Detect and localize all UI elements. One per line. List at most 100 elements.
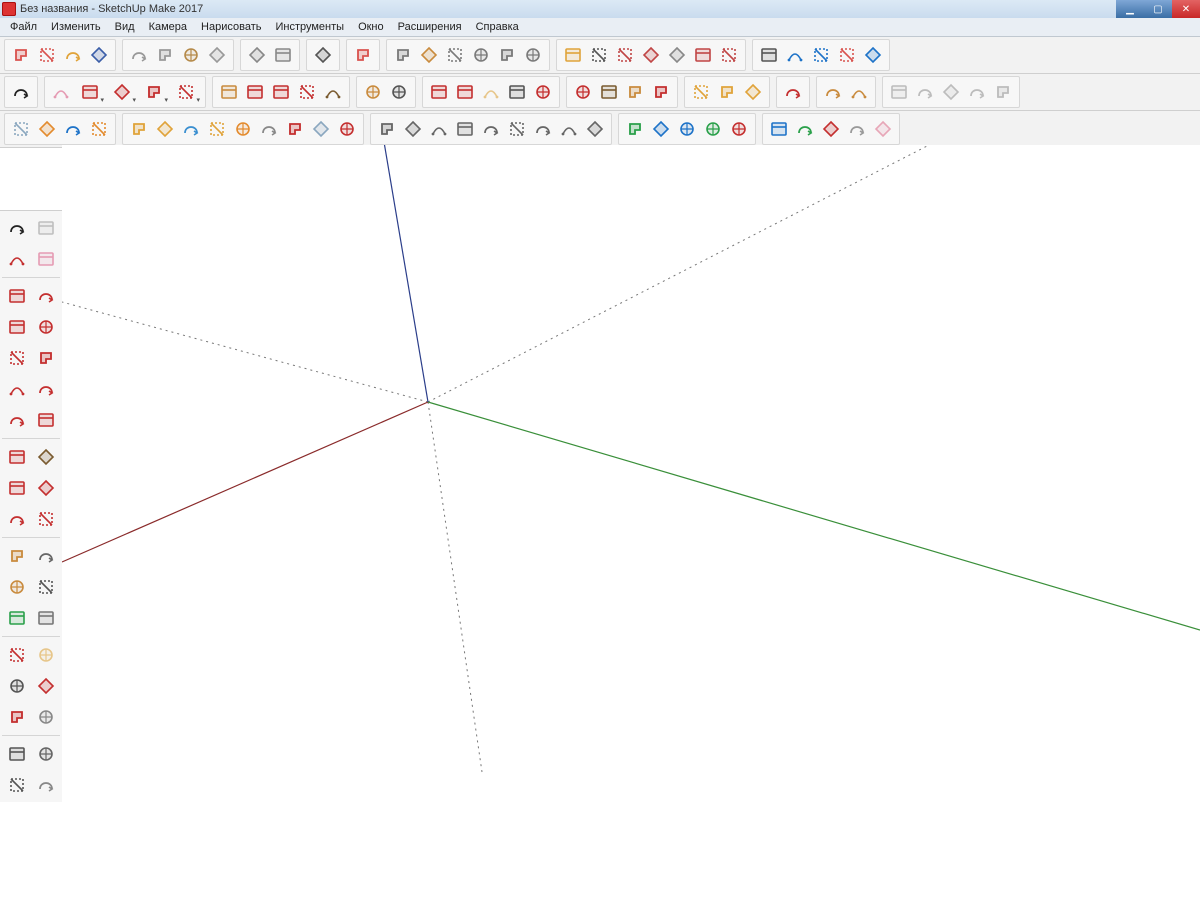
paint-bucket-icon[interactable] (426, 79, 452, 105)
spiral-04-icon[interactable] (452, 116, 478, 142)
su-arc1-icon[interactable] (32, 313, 60, 341)
su-eraser-icon[interactable] (32, 245, 60, 273)
section-solid-red-icon[interactable] (638, 42, 664, 68)
lasso-arrow-icon[interactable] (86, 116, 112, 142)
warehouse-building-02-icon[interactable] (416, 42, 442, 68)
curve-red-icon[interactable] (818, 116, 844, 142)
select-arrow-icon[interactable] (8, 79, 34, 105)
frame-strike-icon[interactable] (334, 116, 360, 142)
spiral-02-icon[interactable] (400, 116, 426, 142)
su-dimension-icon[interactable] (32, 542, 60, 570)
arrows-down-green-icon[interactable] (700, 116, 726, 142)
su-arc2-icon[interactable] (32, 344, 60, 372)
paste-icon[interactable] (178, 42, 204, 68)
wave-icon[interactable] (556, 116, 582, 142)
spiral-01-icon[interactable] (374, 116, 400, 142)
section-cube-dark-icon[interactable] (586, 42, 612, 68)
su-zoom-window-icon[interactable] (32, 672, 60, 700)
zoom-extents-icon[interactable] (530, 79, 556, 105)
3d-warehouse-icon[interactable] (622, 79, 648, 105)
calendar-icon[interactable] (716, 42, 742, 68)
warehouse-house-01-icon[interactable] (442, 42, 468, 68)
curve-grey-icon[interactable] (844, 116, 870, 142)
eraser-icon[interactable] (48, 79, 74, 105)
arc-tool-icon[interactable]: ▾ (106, 79, 138, 105)
solid-trim-icon[interactable] (964, 79, 990, 105)
zoom-icon[interactable] (504, 79, 530, 105)
su-previous-view-icon[interactable] (32, 703, 60, 731)
su-walk-icon[interactable] (3, 771, 31, 799)
su-text-icon[interactable] (32, 573, 60, 601)
diamond-icon[interactable] (860, 42, 886, 68)
su-position-camera-icon[interactable] (3, 740, 31, 768)
su-freehand-icon[interactable] (32, 282, 60, 310)
su-zoom-icon[interactable] (3, 672, 31, 700)
warehouse-house-03-icon[interactable] (494, 42, 520, 68)
add-location-icon[interactable] (570, 79, 596, 105)
crop-corner-icon[interactable] (766, 116, 792, 142)
warehouse-box-icon[interactable] (520, 42, 546, 68)
extrude-01-icon[interactable] (178, 116, 204, 142)
su-orbit-icon[interactable] (3, 641, 31, 669)
su-component-icon[interactable] (32, 214, 60, 242)
menu-справка[interactable]: Справка (470, 20, 525, 34)
scissors-red-icon[interactable] (282, 116, 308, 142)
section-cube-light-icon[interactable] (612, 42, 638, 68)
curve-pink-icon[interactable] (870, 116, 896, 142)
su-section-plane-icon[interactable] (32, 771, 60, 799)
redo-icon[interactable] (270, 42, 296, 68)
su-look-around-icon[interactable] (32, 740, 60, 768)
outliner-icon[interactable] (740, 79, 766, 105)
su-zoom-extents-icon[interactable] (3, 703, 31, 731)
section-plane-icon[interactable] (820, 79, 846, 105)
su-move-icon[interactable] (3, 443, 31, 471)
pan-hand-icon[interactable] (478, 79, 504, 105)
solid-union-icon[interactable] (886, 79, 912, 105)
print-icon[interactable] (310, 42, 336, 68)
new-from-template-icon[interactable] (34, 42, 60, 68)
curve-icon[interactable] (582, 116, 608, 142)
spiral-06-icon[interactable] (504, 116, 530, 142)
books-icon[interactable] (690, 42, 716, 68)
su-line-icon[interactable] (3, 282, 31, 310)
walk-icon[interactable] (846, 79, 872, 105)
menu-расширения[interactable]: Расширения (392, 20, 468, 34)
warehouse-building-01-icon[interactable] (390, 42, 416, 68)
su-axes-set-icon[interactable] (3, 604, 31, 632)
window-maximize-button[interactable]: ▢ (1144, 0, 1172, 18)
su-tape-icon[interactable] (3, 542, 31, 570)
save-file-icon[interactable] (86, 42, 112, 68)
window-close-button[interactable]: ✕ (1172, 0, 1200, 18)
su-follow-me-icon[interactable] (32, 474, 60, 502)
transition-icon[interactable] (834, 42, 860, 68)
weld-01-icon[interactable] (126, 116, 152, 142)
viewport-3d[interactable] (62, 145, 1200, 917)
menu-камера[interactable]: Камера (143, 20, 193, 34)
knife-icon[interactable] (256, 116, 282, 142)
tape-measure-icon[interactable] (360, 79, 386, 105)
su-offset-icon[interactable] (32, 505, 60, 533)
spiral-05-icon[interactable] (478, 116, 504, 142)
align-bars-icon[interactable] (674, 116, 700, 142)
su-polygon-icon[interactable] (32, 406, 60, 434)
orbit-icon[interactable] (452, 79, 478, 105)
menu-нарисовать[interactable]: Нарисовать (195, 20, 267, 34)
undo-icon[interactable] (244, 42, 270, 68)
coil-icon[interactable] (530, 116, 556, 142)
su-push-pull-icon[interactable] (32, 443, 60, 471)
open-file-icon[interactable] (60, 42, 86, 68)
su-3d-text-icon[interactable] (32, 604, 60, 632)
arrows-down-red-icon[interactable] (726, 116, 752, 142)
select-blue-dashed-icon[interactable] (60, 116, 86, 142)
solid-intersect-icon[interactable] (912, 79, 938, 105)
solid-split-icon[interactable] (990, 79, 1016, 105)
su-select-icon[interactable] (3, 214, 31, 242)
extrude-03-icon[interactable] (230, 116, 256, 142)
rotate-tool-icon[interactable] (294, 79, 320, 105)
select-orange-dashed-icon[interactable] (34, 116, 60, 142)
su-circle-icon[interactable] (3, 344, 31, 372)
extension-warehouse-icon[interactable] (648, 79, 674, 105)
photo-textures-icon[interactable] (596, 79, 622, 105)
solid-subtract-icon[interactable] (938, 79, 964, 105)
su-protractor-icon[interactable] (3, 573, 31, 601)
